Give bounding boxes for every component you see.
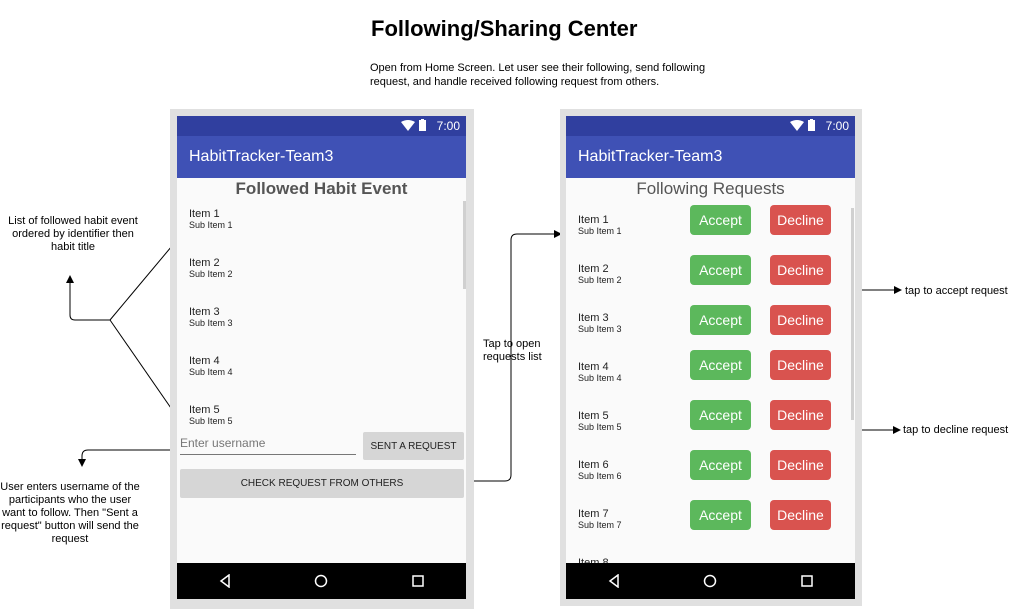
app-bar: HabitTracker-Team3 — [177, 136, 466, 178]
item-subtitle: Sub Item 1 — [189, 220, 233, 230]
item-title: Item 5 — [578, 410, 609, 422]
nav-bar — [566, 563, 855, 599]
arrow-username — [78, 449, 178, 467]
list-item[interactable]: Item 3 Sub Item 3 — [189, 306, 233, 328]
item-title: Item 5 — [189, 404, 220, 416]
item-title: Item 2 — [578, 263, 609, 275]
item-title: Item 2 — [189, 257, 220, 269]
status-time: 7:00 — [825, 119, 849, 133]
item-title: Item 7 — [578, 508, 609, 520]
nav-bar — [177, 563, 466, 599]
battery-icon — [808, 119, 815, 131]
list-item: Item 1 Sub Item 1 — [578, 214, 622, 236]
decline-button[interactable]: Decline — [770, 450, 831, 480]
home-icon[interactable] — [314, 574, 328, 588]
item-subtitle: Sub Item 2 — [578, 275, 622, 285]
decline-button[interactable]: Decline — [770, 255, 831, 285]
list-item: Item 2 Sub Item 2 — [578, 263, 622, 285]
item-subtitle: Sub Item 1 — [578, 226, 622, 236]
recents-icon[interactable] — [411, 574, 425, 588]
item-subtitle: Sub Item 5 — [189, 416, 233, 426]
annotation-followed-list: List of followed habit event ordered by … — [8, 215, 138, 253]
item-subtitle: Sub Item 3 — [189, 318, 233, 328]
item-subtitle: Sub Item 4 — [189, 367, 233, 377]
scrollbar[interactable] — [851, 208, 854, 420]
page-title: Following/Sharing Center — [371, 16, 638, 41]
accept-button[interactable]: Accept — [690, 450, 751, 480]
back-icon[interactable] — [218, 574, 232, 588]
accept-button[interactable]: Accept — [690, 500, 751, 530]
annotation-tap-decline: tap to decline request — [903, 424, 1009, 436]
connector-lines — [66, 230, 902, 482]
arrow-followed-list — [66, 275, 110, 321]
phone-screen-2: 7:00 HabitTracker-Team3 Following Reques… — [566, 116, 855, 599]
battery-icon — [419, 119, 426, 131]
back-icon[interactable] — [607, 574, 621, 588]
requests-header: Following Requests — [636, 179, 785, 198]
item-title: Item 3 — [578, 312, 609, 324]
accept-button[interactable]: Accept — [690, 205, 751, 235]
list-item[interactable]: Item 5 Sub Item 5 — [189, 404, 233, 426]
status-bar: 7:00 — [566, 116, 855, 136]
item-subtitle: Sub Item 6 — [578, 471, 622, 481]
list-item[interactable]: Item 1 Sub Item 1 — [189, 208, 233, 230]
item-subtitle: Sub Item 3 — [578, 324, 622, 334]
item-subtitle: Sub Item 7 — [578, 520, 622, 530]
accept-button[interactable]: Accept — [690, 305, 751, 335]
item-subtitle: Sub Item 2 — [189, 269, 233, 279]
app-bar: HabitTracker-Team3 — [566, 136, 855, 178]
list-item: Item 4 Sub Item 4 — [578, 361, 622, 383]
check-requests-button[interactable]: CHECK REQUEST FROM OTHERS — [180, 469, 464, 498]
home-icon[interactable] — [703, 574, 717, 588]
annotation-tap-open: Tap to open requests list — [483, 338, 542, 363]
list-item: Item 3 Sub Item 3 — [578, 312, 622, 334]
item-title: Item 1 — [189, 208, 220, 220]
app-title: HabitTracker-Team3 — [189, 148, 334, 165]
list-item: Item 6 Sub Item 6 — [578, 459, 622, 481]
send-request-button[interactable]: SENT A REQUEST — [363, 432, 464, 460]
annotation-user-enters: User enters username of the participants… — [0, 481, 140, 545]
accept-button[interactable]: Accept — [690, 350, 751, 380]
list-item[interactable]: Item 4 Sub Item 4 — [189, 355, 233, 377]
item-title: Item 6 — [578, 459, 609, 471]
decline-button[interactable]: Decline — [770, 500, 831, 530]
item-title: Item 4 — [189, 355, 220, 367]
accept-button[interactable]: Accept — [690, 400, 751, 430]
phone-screen-1: 7:00 HabitTracker-Team3 Followed Habit E… — [177, 116, 466, 599]
wifi-icon — [401, 119, 415, 131]
status-time: 7:00 — [436, 119, 460, 133]
decline-button[interactable]: Decline — [770, 400, 831, 430]
followed-header: Followed Habit Event — [235, 179, 408, 198]
list-item: Item 7 Sub Item 7 — [578, 508, 622, 530]
accept-button[interactable]: Accept — [690, 255, 751, 285]
scrollbar[interactable] — [463, 201, 466, 289]
item-subtitle: Sub Item 4 — [578, 373, 622, 383]
decline-button[interactable]: Decline — [770, 205, 831, 235]
page-description: Open from Home Screen. Let user see thei… — [370, 62, 706, 88]
recents-icon[interactable] — [800, 574, 814, 588]
list-item[interactable]: Item 2 Sub Item 2 — [189, 257, 233, 279]
item-title: Item 3 — [189, 306, 220, 318]
annotation-tap-accept: tap to accept request — [905, 285, 1008, 297]
item-subtitle: Sub Item 5 — [578, 422, 622, 432]
app-title: HabitTracker-Team3 — [578, 148, 723, 165]
list-item: Item 5 Sub Item 5 — [578, 410, 622, 432]
decline-button[interactable]: Decline — [770, 350, 831, 380]
wifi-icon — [790, 119, 804, 131]
username-input[interactable]: Enter username — [180, 436, 356, 455]
status-bar: 7:00 — [177, 116, 466, 136]
item-title: Item 4 — [578, 361, 609, 373]
decline-button[interactable]: Decline — [770, 305, 831, 335]
item-title: Item 1 — [578, 214, 609, 226]
